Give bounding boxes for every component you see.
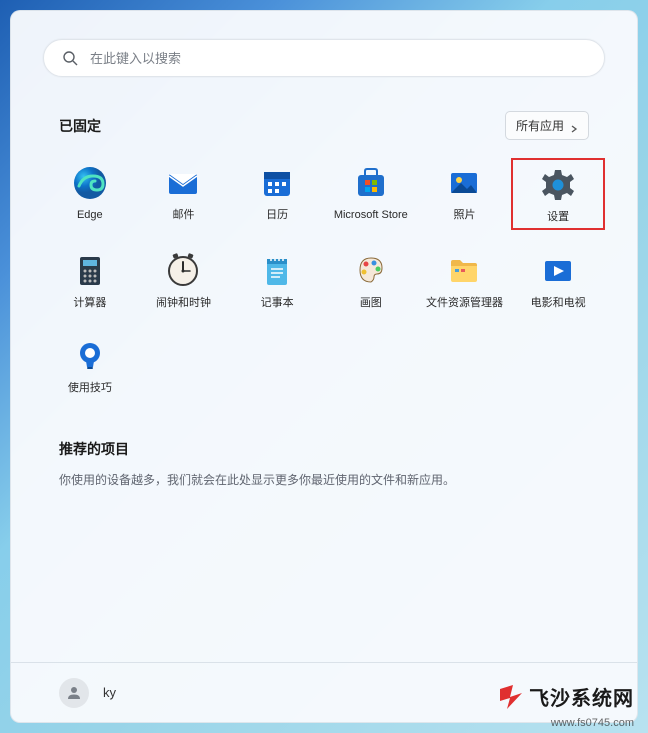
app-label: 照片 [453,208,475,222]
tips-icon [71,337,109,375]
watermark-brand: 飞沙系统网 [497,682,634,711]
recommended-description: 你使用的设备越多，我们就会在此处显示更多你最近使用的文件和新应用。 [59,471,589,490]
app-movies[interactable]: 电影和电视 [511,246,605,314]
app-label: 日历 [266,208,288,222]
search-input[interactable] [90,51,586,66]
app-label: 计算器 [73,296,106,310]
clock-icon [164,252,202,290]
pinned-apps-grid: Edge 邮件 日历 Microsoft Store 照片 [11,150,637,399]
photos-icon [445,164,483,202]
app-explorer[interactable]: 文件资源管理器 [418,246,512,314]
chevron-right-icon [570,122,578,130]
app-tips[interactable]: 使用技巧 [43,331,137,399]
movies-icon [539,252,577,290]
app-label: 使用技巧 [68,381,112,395]
all-apps-button[interactable]: 所有应用 [505,111,589,140]
edge-icon [71,164,109,202]
app-mail[interactable]: 邮件 [137,158,231,230]
app-label: Edge [77,208,103,222]
app-label: 文件资源管理器 [426,296,503,310]
recommended-title: 推荐的项目 [59,439,589,459]
app-label: 画图 [360,296,382,310]
search-bar[interactable] [43,39,605,77]
app-calculator[interactable]: 计算器 [43,246,137,314]
app-settings[interactable]: 设置 [511,158,605,230]
avatar[interactable] [59,678,89,708]
app-label: 邮件 [172,208,194,222]
start-menu-panel: 已固定 所有应用 Edge 邮件 日历 [10,10,638,723]
paint-icon [352,252,390,290]
all-apps-label: 所有应用 [516,117,564,134]
app-notepad[interactable]: 记事本 [230,246,324,314]
app-edge[interactable]: Edge [43,158,137,230]
calculator-icon [71,252,109,290]
store-icon [352,164,390,202]
recommended-section: 推荐的项目 你使用的设备越多，我们就会在此处显示更多你最近使用的文件和新应用。 [59,439,589,490]
username[interactable]: ky [103,685,116,700]
app-label: 设置 [547,210,569,224]
app-label: 记事本 [261,296,294,310]
app-store[interactable]: Microsoft Store [324,158,418,230]
app-clock[interactable]: 闹钟和时钟 [137,246,231,314]
watermark-url: www.fs0745.com [551,717,634,729]
notepad-icon [258,252,296,290]
mail-icon [164,164,202,202]
app-label: Microsoft Store [334,208,408,222]
search-icon [62,50,78,66]
app-photos[interactable]: 照片 [418,158,512,230]
app-calendar[interactable]: 日历 [230,158,324,230]
gear-icon [539,166,577,204]
calendar-icon [258,164,296,202]
app-label: 闹钟和时钟 [156,296,211,310]
folder-icon [445,252,483,290]
pinned-title: 已固定 [59,116,101,136]
app-label: 电影和电视 [531,296,586,310]
app-paint[interactable]: 画图 [324,246,418,314]
